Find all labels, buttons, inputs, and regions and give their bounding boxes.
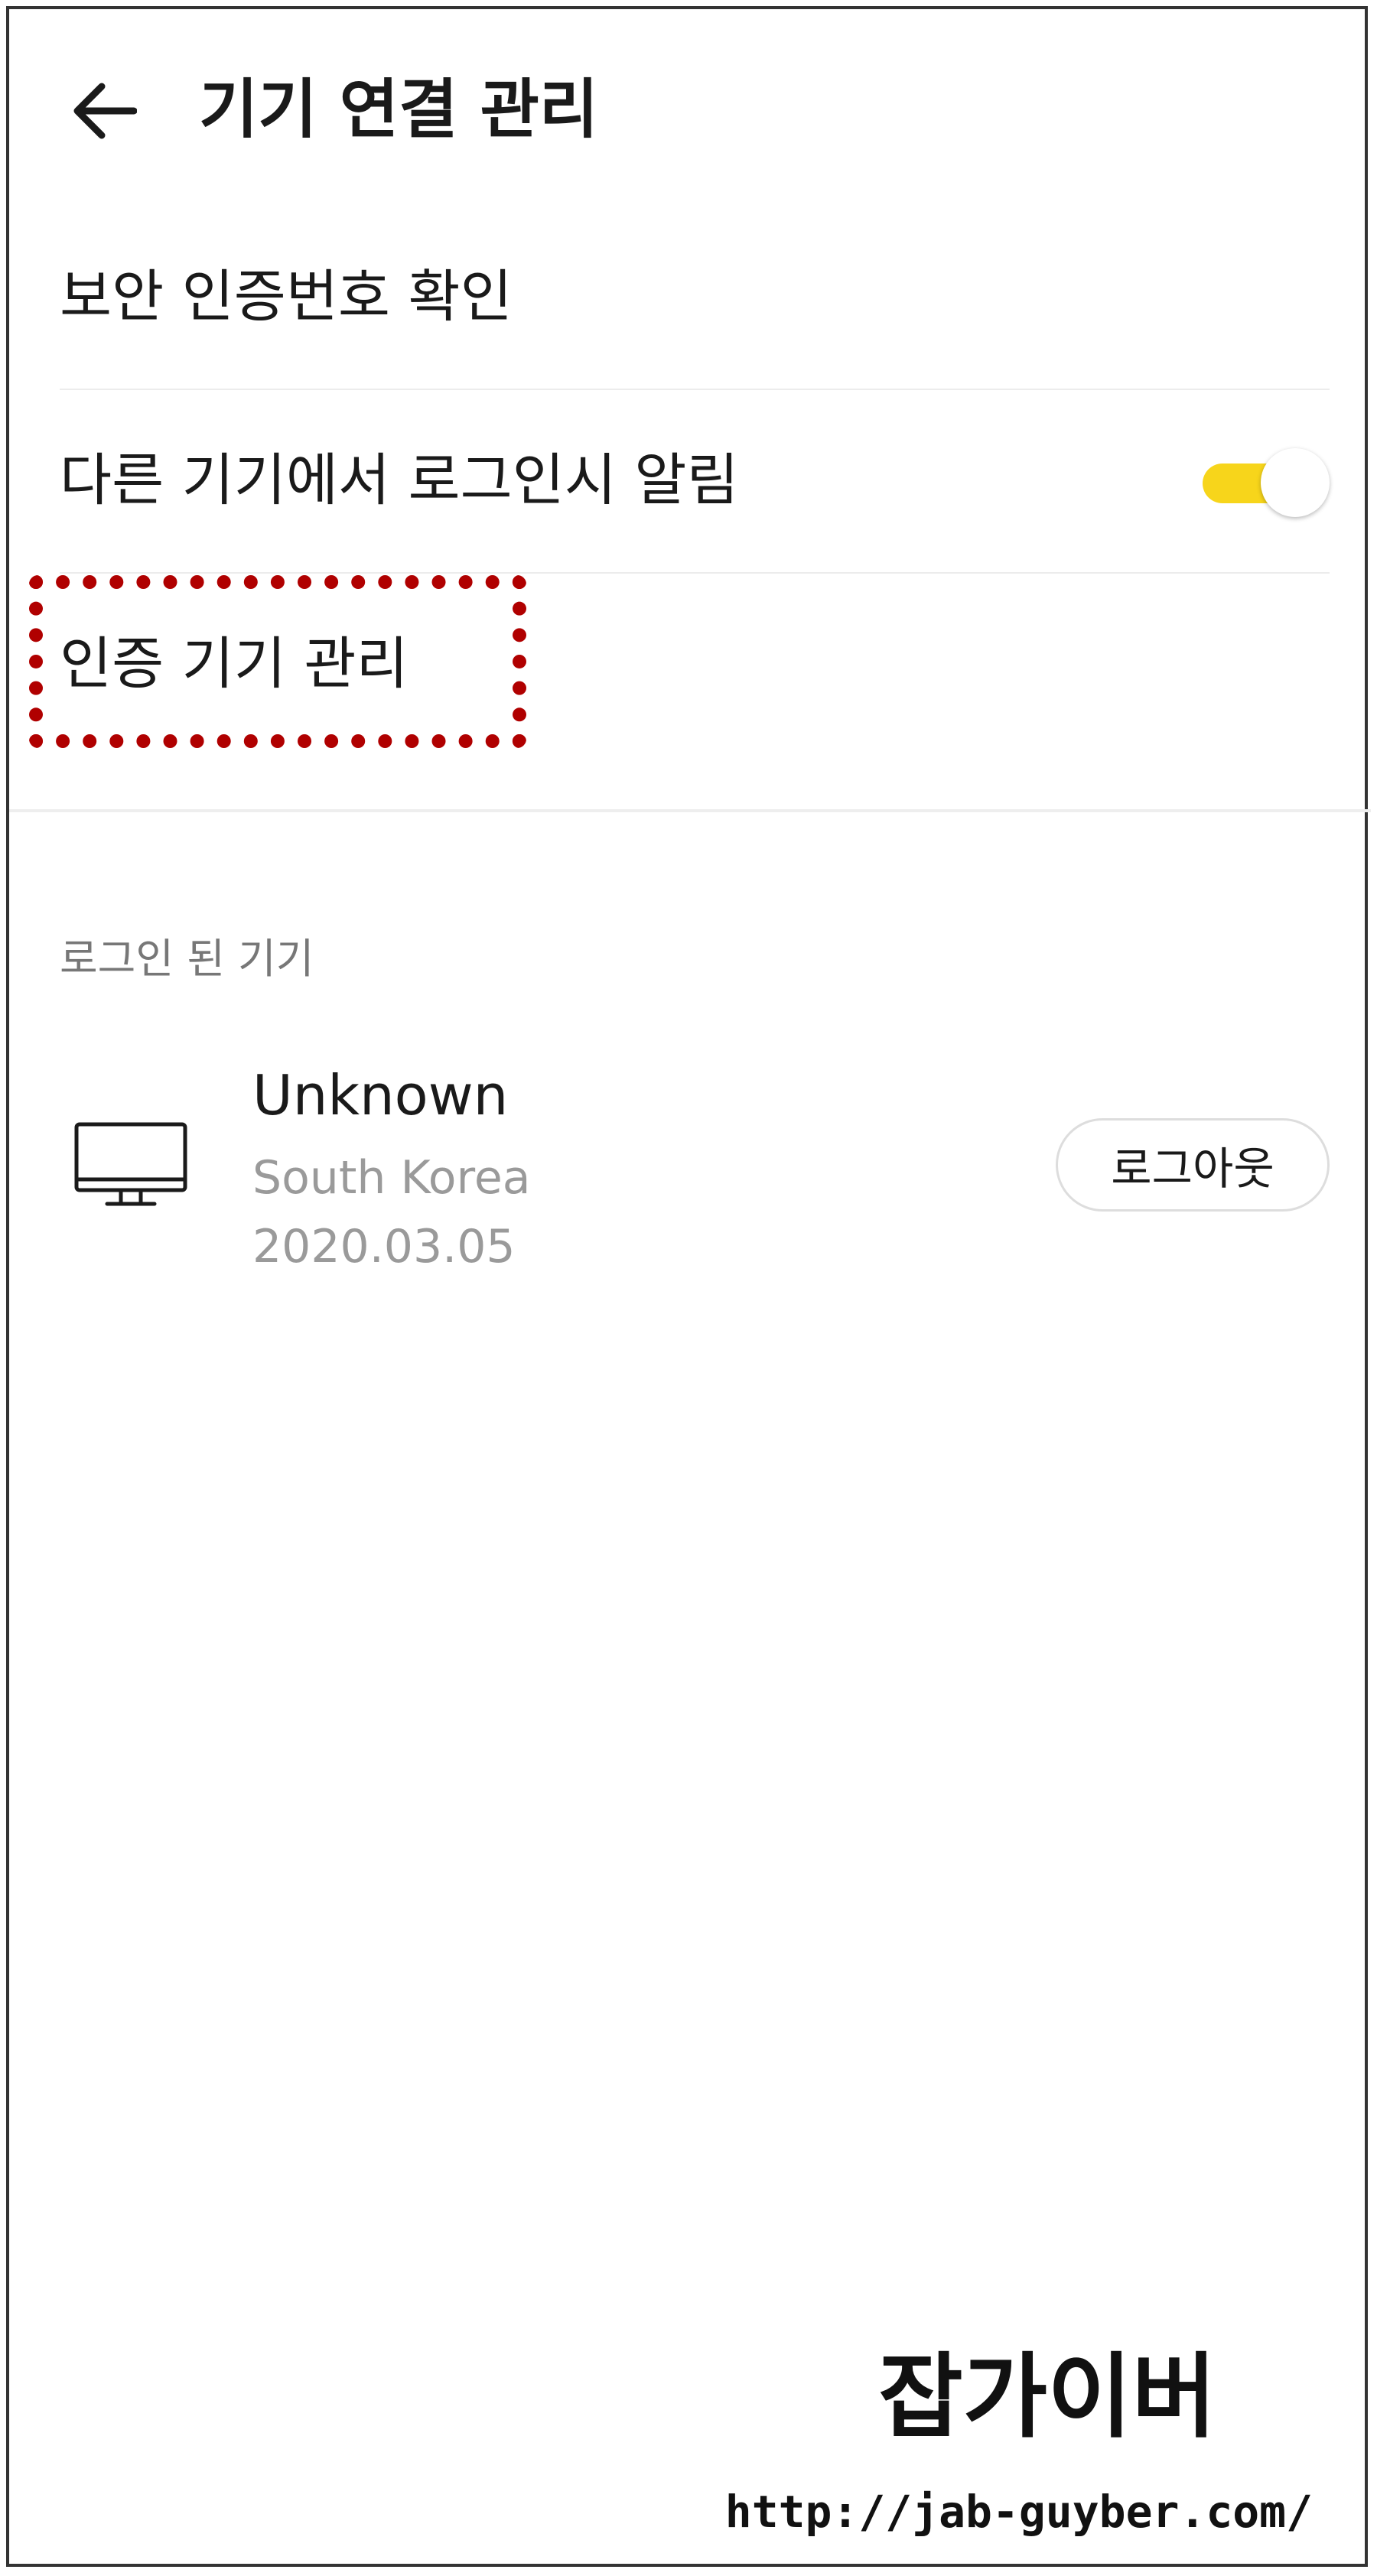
security-code-check-item[interactable]: 보안 인증번호 확인 (60, 205, 1330, 389)
login-alert-toggle[interactable] (1203, 448, 1330, 517)
device-name: Unknown (252, 1063, 509, 1127)
device-list-item: Unknown South Korea 2020.03.05 로그아웃 (60, 1042, 1330, 1302)
desktop-monitor-icon (74, 1122, 187, 1206)
device-date: 2020.03.05 (252, 1220, 516, 1273)
page-title: 기기 연결 관리 (199, 72, 599, 147)
header: 기기 연결 관리 (9, 9, 1371, 200)
toggle-knob (1261, 448, 1330, 517)
watermark-title: 잡가이버 (878, 2344, 1216, 2451)
back-button[interactable] (63, 69, 147, 153)
security-code-check-label: 보안 인증번호 확인 (60, 264, 513, 330)
logout-button[interactable]: 로그아웃 (1056, 1118, 1330, 1212)
logged-in-devices-section-label: 로그인 된 기기 (60, 935, 314, 983)
device-country: South Korea (252, 1151, 531, 1205)
watermark-url: http://jab-guyber.com/ (724, 2486, 1313, 2538)
auth-device-manage-label: 인증 기기 관리 (60, 631, 409, 697)
auth-device-manage-item[interactable]: 인증 기기 관리 (60, 572, 1330, 756)
login-alert-item[interactable]: 다른 기기에서 로그인시 알림 (60, 389, 1330, 572)
login-alert-label: 다른 기기에서 로그인시 알림 (60, 447, 739, 513)
app-screen: 기기 연결 관리 보안 인증번호 확인 다른 기기에서 로그인시 알림 인증 기… (6, 6, 1371, 2567)
arrow-left-icon (73, 83, 137, 139)
section-divider (9, 809, 1371, 812)
